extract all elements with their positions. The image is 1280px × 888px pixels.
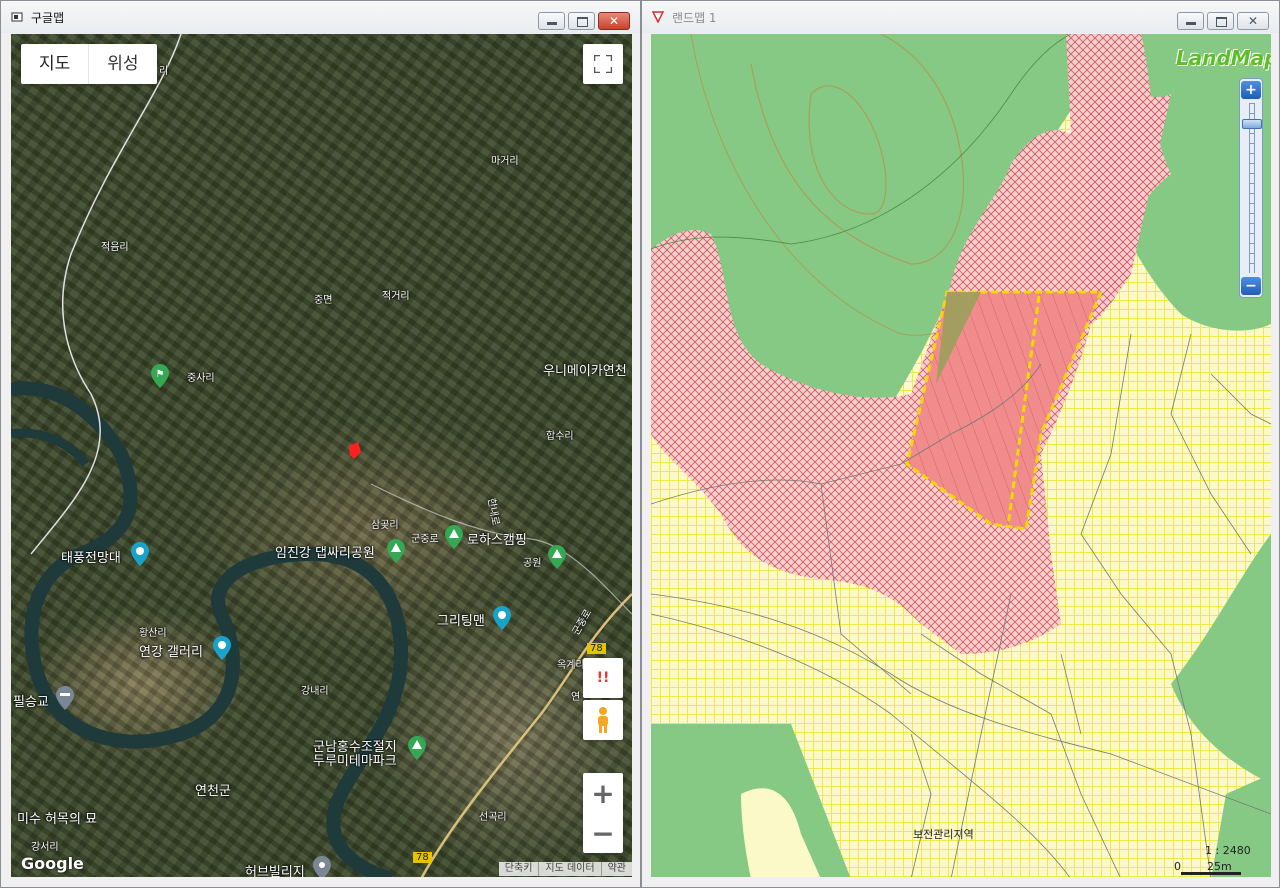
fullscreen-button[interactable] <box>583 44 623 84</box>
landmap-overlay <box>651 34 1271 877</box>
zoom-control: + − <box>583 773 623 853</box>
imjin-river <box>11 381 409 877</box>
map-data-link[interactable]: 지도 데이터 <box>538 862 600 876</box>
map-type-satellite-button[interactable]: 위성 <box>88 44 156 84</box>
label-jungmyeon: 중면 <box>314 295 333 306</box>
bridge-pin-icon[interactable] <box>56 686 74 710</box>
label-jeokgeori: 적거리 <box>382 291 410 302</box>
minimize-icon <box>1186 22 1196 25</box>
label-heobeu: 허브빌리지 <box>245 865 305 877</box>
label-taepung: 태풍전망대 <box>61 551 121 566</box>
imjin-river-left <box>11 428 90 467</box>
map-type-control: 지도 위성 <box>21 44 157 84</box>
label-hapsuri: 합수리 <box>546 431 574 442</box>
label-okgyeri: 옥계리 <box>557 660 585 671</box>
label-park: 공원 <box>523 558 542 569</box>
scale-ratio: 1 : 2480 <box>1205 844 1251 857</box>
landmap-window: 랜드맵 1 ✕ LandMap + − 보전관리지역 1: 2480 0 25… <box>641 0 1280 888</box>
tree-pin-icon-park[interactable] <box>548 545 566 569</box>
pegman-button[interactable] <box>583 700 623 740</box>
window-title: 랜드맵 1 <box>672 10 717 25</box>
camera-pin-icon-taepung[interactable] <box>131 542 149 566</box>
label-hwangsanri: 황산리 <box>139 628 167 639</box>
camping-pin-icon[interactable] <box>445 525 463 549</box>
landmap-app-icon <box>652 11 664 23</box>
maximize-icon <box>1216 17 1227 27</box>
place-pin-icon-heobeu[interactable] <box>313 856 331 877</box>
close-button[interactable]: ✕ <box>598 12 630 30</box>
label-ri-top: 리 <box>159 66 169 77</box>
label-route78-bottom: 78 <box>413 852 432 863</box>
google-map-viewport[interactable]: 리 마거리 적음리 중면 적거리 중사리 우니메이카연천 합수리 한내로 삼곶리… <box>11 34 632 877</box>
landmap-zoom-slider[interactable]: + − <box>1239 78 1263 298</box>
label-jeogeumri: 적음리 <box>101 242 129 253</box>
google-logo: Google <box>21 854 84 873</box>
attribution-bar: 단축키 지도 데이터 약관 <box>498 862 632 876</box>
landmap-viewport[interactable]: LandMap + − 보전관리지역 1 : 2480 0 25m <box>651 34 1271 877</box>
label-route78-top: 78 <box>587 643 606 654</box>
maximize-button[interactable] <box>568 12 595 30</box>
landmap-logo: LandMap <box>1176 46 1271 70</box>
maximize-button[interactable] <box>1207 12 1234 30</box>
label-magari: 마거리 <box>491 156 519 167</box>
minimize-button[interactable] <box>538 12 565 30</box>
label-samgotri: 삼곶리 <box>371 520 399 531</box>
shortcuts-link[interactable]: 단축키 <box>499 862 539 876</box>
label-rohaseu: 로하스캠핑 <box>467 533 527 548</box>
scale-bar <box>1181 872 1241 875</box>
road-small <box>370 483 632 615</box>
left-titlebar[interactable]: 구글맵 ✕ <box>1 1 640 33</box>
label-wonimeika: 우니메이카연천 <box>543 364 627 379</box>
app-icon <box>11 11 23 23</box>
landmap-zoom-in-button[interactable]: + <box>1241 81 1261 99</box>
close-icon: ✕ <box>608 14 620 28</box>
maximize-icon <box>577 17 588 27</box>
label-jungsari: 중사리 <box>187 373 215 384</box>
right-titlebar[interactable]: 랜드맵 1 ✕ <box>642 1 1279 33</box>
minimize-icon <box>547 22 557 25</box>
scale-zero: 0 <box>1174 860 1181 873</box>
area-label: 보전관리지역 <box>913 828 974 841</box>
gallery-pin-icon[interactable] <box>213 636 231 660</box>
google-map-window: 구글맵 ✕ 리 마거리 적음리 중면 적거리 중사리 우니메이카연천 합수리 한… <box>0 0 641 888</box>
label-gunjungro: 군중로 <box>411 534 439 545</box>
forest-area-right <box>1171 534 1271 784</box>
tree-pin-icon-gunnam[interactable] <box>408 736 426 760</box>
close-icon: ✕ <box>1247 14 1259 28</box>
hiking-pin-icon[interactable]: ⚑ <box>151 364 169 388</box>
map-type-map-button[interactable]: 지도 <box>21 44 88 84</box>
label-imjingang: 임진강 댑싸리공원 <box>275 546 375 561</box>
fullscreen-icon <box>594 55 612 73</box>
zoom-in-button[interactable]: + <box>583 773 623 813</box>
close-button[interactable]: ✕ <box>1237 12 1269 30</box>
label-yeoncheongun: 연천군 <box>195 784 231 799</box>
pegman-icon <box>598 707 608 733</box>
svg-text:⚑: ⚑ <box>156 369 165 380</box>
label-greeting: 그리팅맨 <box>437 614 485 629</box>
alert-button[interactable]: !! <box>583 658 623 698</box>
label-gangnaeri: 강내리 <box>301 686 329 697</box>
label-yeon: 연 <box>571 692 581 703</box>
label-durumi: 두루미테마파크 <box>313 754 397 769</box>
minimize-button[interactable] <box>1177 12 1204 30</box>
tree-pin-icon-imjingang[interactable] <box>387 539 405 563</box>
label-seongokri: 선곡리 <box>479 812 507 823</box>
camera-pin-icon-greeting[interactable] <box>493 606 511 630</box>
landmap-zoom-out-button[interactable]: − <box>1241 277 1261 295</box>
label-misu: 미수 허목의 묘 <box>17 812 98 827</box>
label-yeongang-gallery: 연강 갤러리 <box>139 645 203 660</box>
parcel-marker <box>349 442 361 459</box>
label-pilseunggyo: 필승교 <box>13 695 49 710</box>
window-title: 구글맵 <box>31 10 65 25</box>
zoom-out-button[interactable]: − <box>583 813 623 853</box>
boundary-line <box>30 34 182 555</box>
zoom-slider-handle[interactable] <box>1242 119 1262 129</box>
label-gangseori: 강서리 <box>31 842 59 853</box>
terms-link[interactable]: 약관 <box>600 862 632 876</box>
